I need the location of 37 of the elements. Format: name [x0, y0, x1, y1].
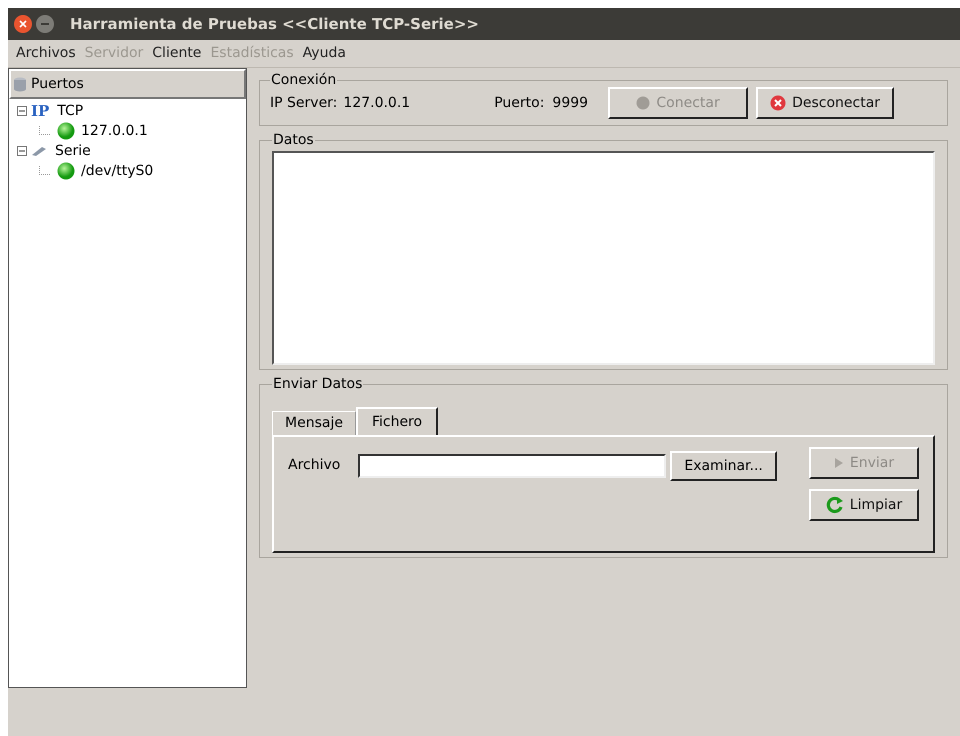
- clear-button[interactable]: Limpiar: [809, 489, 919, 521]
- plug-icon: [31, 145, 47, 157]
- browse-button[interactable]: Examinar...: [670, 451, 777, 481]
- expander-icon[interactable]: [17, 106, 27, 116]
- group-title: Enviar Datos: [272, 375, 364, 394]
- window-title: Harramienta de Pruebas <<Cliente TCP-Serie>>: [70, 14, 479, 35]
- menu-item[interactable]: Archivos: [16, 43, 76, 64]
- ip-value: 127.0.0.1: [343, 94, 410, 112]
- refresh-icon: [826, 496, 844, 514]
- close-circle-icon: [770, 95, 786, 111]
- tree-item[interactable]: Serie: [55, 140, 91, 162]
- file-label: Archivo: [288, 456, 340, 475]
- tab[interactable]: Mensaje: [272, 411, 356, 435]
- expander-icon[interactable]: [17, 146, 27, 156]
- connector-line: [39, 126, 51, 136]
- circle-icon: [636, 96, 650, 110]
- close-icon[interactable]: [14, 15, 32, 33]
- status-icon: [57, 122, 75, 140]
- tree-header[interactable]: Puertos: [31, 74, 84, 94]
- menu-item[interactable]: Ayuda: [302, 43, 346, 64]
- ip-icon: IP: [31, 104, 50, 118]
- group-title: Conexión: [270, 71, 338, 90]
- port-label: Puerto:: [494, 94, 544, 112]
- status-icon: [57, 162, 75, 180]
- tree-item[interactable]: /dev/ttyS0: [81, 160, 154, 182]
- tree-item[interactable]: TCP: [57, 100, 84, 122]
- tab[interactable]: Fichero: [356, 407, 438, 435]
- tree-item[interactable]: 127.0.0.1: [81, 120, 148, 142]
- play-icon: [834, 457, 844, 469]
- group-title: Datos: [272, 131, 315, 150]
- file-field[interactable]: [358, 454, 666, 478]
- connector-line: [39, 166, 51, 176]
- database-icon: [13, 76, 29, 92]
- port-value: 9999: [552, 94, 588, 112]
- menu-item[interactable]: Cliente: [152, 43, 202, 64]
- ip-label: IP Server:: [270, 94, 338, 112]
- disconnect-button[interactable]: Desconectar: [756, 87, 894, 119]
